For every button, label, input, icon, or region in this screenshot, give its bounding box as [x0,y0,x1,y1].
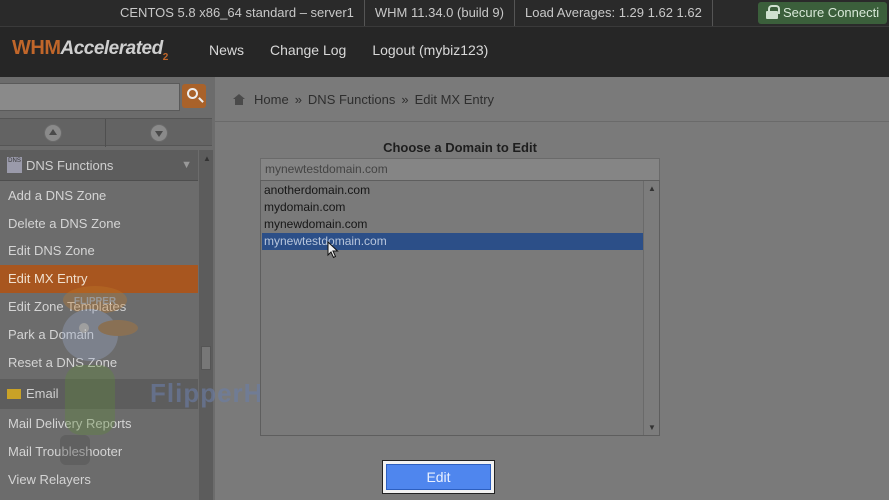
secure-connection-label: Secure Connecti [783,5,880,20]
logo-2: 2 [162,52,169,63]
mascot-cap-text: FLIPPER [74,296,117,307]
sidebar-item-delete-dns-zone[interactable]: Delete a DNS Zone [0,210,198,238]
whm-logo[interactable]: WHMAccelerated2 [12,37,168,63]
logo-accelerated: Accelerated [60,38,163,59]
home-icon[interactable] [233,94,245,105]
breadcrumb-dns-functions[interactable]: DNS Functions [308,92,395,107]
scrollbar-thumb[interactable] [201,346,211,370]
dns-icon: DNS [7,157,22,173]
scroll-up-arrow-icon[interactable]: ▲ [648,184,656,193]
scroll-down-arrow-icon[interactable]: ▼ [648,423,656,432]
domain-option-selected[interactable]: mynewtestdomain.com [262,233,643,250]
breadcrumb: Home » DNS Functions » Edit MX Entry [233,92,494,107]
flipper-mascot-logo: FLIPPER [60,286,138,465]
sidebar-group-label: DNS Functions [26,158,114,173]
status-bar: CENTOS 5.8 x86_64 standard – server1 WHM… [0,0,889,26]
sidebar-search-input[interactable] [0,83,180,111]
sidebar-item-view-relayers[interactable]: View Relayers [0,466,198,494]
divider [105,119,106,147]
page-title: Choose a Domain to Edit [383,140,537,155]
breadcrumb-current: Edit MX Entry [414,92,495,107]
nav-logout[interactable]: Logout (mybiz123) [372,42,488,58]
nav-change-log[interactable]: Change Log [270,42,346,58]
domain-option[interactable]: mynewdomain.com [262,216,643,233]
server-info: CENTOS 5.8 x86_64 standard – server1 [110,0,365,26]
scroll-down-icon[interactable] [150,124,168,142]
lock-icon [766,5,780,19]
scroll-up-icon[interactable] [44,124,62,142]
top-nav: News Change Log Logout (mybiz123) [209,42,488,58]
breadcrumb-separator: » [294,92,302,107]
sidebar-item-edit-dns-zone[interactable]: Edit DNS Zone [0,237,198,265]
edit-button[interactable]: Edit [386,464,491,490]
logo-whm: WHM [12,37,61,59]
breadcrumb-separator: » [401,92,409,107]
listbox-scrollbar[interactable]: ▲ ▼ [643,181,659,435]
domain-option[interactable]: mydomain.com [262,199,643,216]
sidebar-group-dns-functions[interactable]: DNS DNS Functions ▼ [0,150,198,181]
mail-icon [7,389,21,399]
sidebar-scroll-controls [0,118,212,147]
search-button[interactable] [182,84,206,108]
load-averages: Load Averages: 1.29 1.62 1.62 [515,0,713,26]
secure-connection-badge[interactable]: Secure Connecti [758,2,888,24]
domain-filter-input[interactable]: mynewtestdomain.com [260,158,660,181]
scroll-up-arrow-icon[interactable]: ▲ [203,154,211,163]
edit-button-frame: Edit [382,460,495,494]
domain-listbox[interactable]: anotherdomain.com mydomain.com mynewdoma… [260,180,660,436]
chevron-down-icon[interactable]: ▼ [181,150,192,181]
nav-news[interactable]: News [209,42,244,58]
domain-option[interactable]: anotherdomain.com [262,182,643,199]
search-icon [187,88,198,99]
header: WHMAccelerated2 News Change Log Logout (… [0,26,889,77]
sidebar-scrollbar[interactable]: ▲ [199,150,213,500]
sidebar-item-add-dns-zone[interactable]: Add a DNS Zone [0,182,198,210]
breadcrumb-bar: Home » DNS Functions » Edit MX Entry [215,77,889,122]
whm-version: WHM 11.34.0 (build 9) [365,0,515,26]
breadcrumb-home[interactable]: Home [254,92,289,107]
